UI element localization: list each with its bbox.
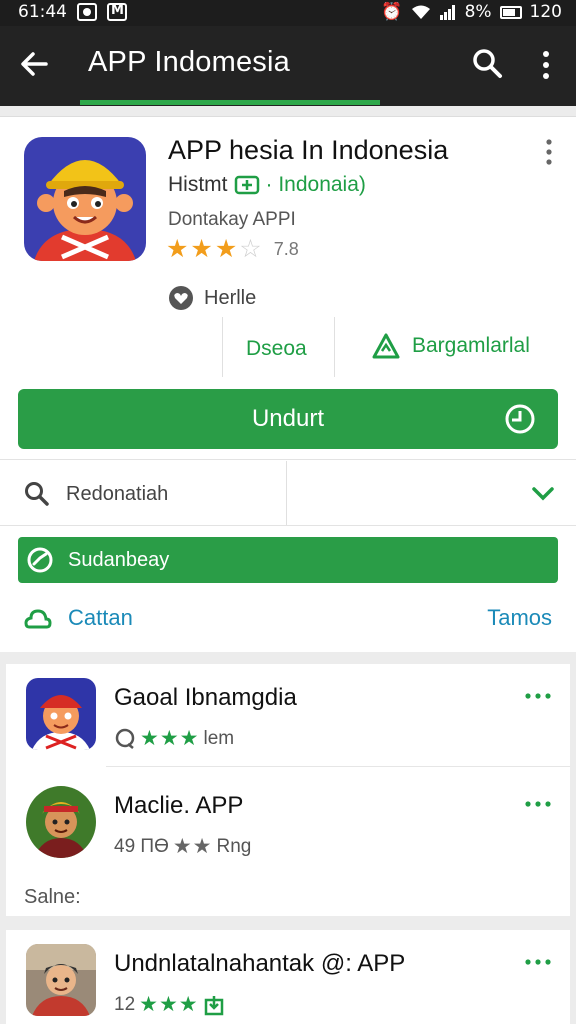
list-item[interactable]: Undnlatalnahantak @: APP 12 ★★★ bbox=[6, 930, 570, 1024]
app-subtitle: Dontakay APPI bbox=[168, 209, 296, 230]
app-icon[interactable] bbox=[24, 137, 146, 261]
status-extra: 120 bbox=[529, 2, 562, 22]
banner-text: Sudanbeay bbox=[68, 549, 170, 571]
list-item-title: Maclie. APP bbox=[114, 792, 244, 819]
rating-row: ★ ★ ★ ☆ 7.8 bbox=[166, 237, 299, 262]
list-item[interactable]: Maclie. APP 49 ПӨ ★★ Rng bbox=[6, 772, 570, 876]
related-apps-list: Gaoal Ibnamgdia ★★★ lem Maclie. APP 49 П… bbox=[0, 664, 576, 1024]
wifi-icon bbox=[411, 5, 430, 19]
chat-icon bbox=[115, 728, 135, 749]
more-icon[interactable] bbox=[524, 690, 552, 702]
battery-icon bbox=[499, 5, 522, 19]
notification-icon bbox=[77, 3, 97, 21]
wishlist-label: Herlle bbox=[204, 286, 257, 309]
star-icon: ★ bbox=[214, 235, 238, 263]
app-bar: APP Indomesia bbox=[0, 26, 576, 106]
link-left[interactable]: Cattan bbox=[68, 605, 133, 631]
signal-icon bbox=[439, 5, 455, 20]
heart-icon[interactable] bbox=[168, 285, 194, 311]
list-item-title: Undnlatalnahantak @: APP bbox=[114, 950, 406, 977]
developer-region: · Indonaia) bbox=[265, 173, 366, 196]
rating-value: 7.8 bbox=[273, 239, 299, 259]
link-right[interactable]: Tamos bbox=[487, 605, 552, 631]
list-item-suffix: Rng bbox=[216, 835, 252, 857]
store-badge-icon bbox=[234, 175, 259, 195]
tab-indicator bbox=[80, 100, 380, 105]
search-row[interactable]: Redonatiah bbox=[0, 461, 576, 525]
section-label: Salne: bbox=[24, 886, 81, 908]
meta-left[interactable]: Dseoa bbox=[246, 337, 307, 361]
install-label: Undurt bbox=[251, 405, 325, 432]
star-icon: ★ bbox=[166, 235, 189, 263]
app-bar-title: APP Indomesia bbox=[88, 46, 290, 78]
clock-icon bbox=[505, 404, 535, 434]
divider bbox=[0, 459, 576, 460]
chevron-down-icon[interactable] bbox=[530, 483, 556, 503]
promo-banner[interactable]: Sudanbeay bbox=[18, 537, 558, 583]
list-item-stars: ★★ bbox=[172, 835, 213, 858]
cloud-icon bbox=[24, 609, 52, 629]
list-item-prefix: 12 bbox=[114, 993, 136, 1015]
speed-icon bbox=[27, 547, 53, 573]
meta-divider bbox=[334, 317, 335, 377]
search-divider bbox=[286, 461, 287, 525]
divider bbox=[106, 766, 570, 767]
list-app-icon bbox=[26, 678, 96, 750]
alarm-icon: ⏰ bbox=[381, 2, 403, 22]
list-item-suffix: lem bbox=[203, 727, 235, 749]
app-detail-card: APP hesia In Indonesia Histmt · Indonaia… bbox=[0, 116, 576, 652]
search-icon bbox=[25, 482, 49, 506]
mail-icon bbox=[107, 3, 127, 21]
list-item-stars: ★★★ bbox=[140, 727, 200, 750]
list-item-title: Gaoal Ibnamgdia bbox=[114, 684, 297, 711]
divider bbox=[0, 525, 576, 526]
install-button[interactable]: Undurt bbox=[18, 389, 558, 449]
meta-right-label: Bargamlarlal bbox=[412, 334, 530, 357]
list-item-meta: ★★★ lem bbox=[114, 726, 234, 751]
wishlist-row[interactable]: Herlle bbox=[168, 285, 256, 311]
app-menu-icon[interactable] bbox=[538, 137, 560, 167]
battery-percent: 8% bbox=[464, 2, 492, 22]
list-app-icon bbox=[26, 944, 96, 1016]
list-item-prefix: 49 ПӨ bbox=[114, 835, 169, 857]
list-item-meta: 12 ★★★ bbox=[114, 992, 225, 1017]
status-time: 61:44 bbox=[18, 2, 67, 22]
list-item[interactable]: Gaoal Ibnamgdia ★★★ lem bbox=[6, 664, 570, 768]
developer-row: Histmt · Indonaia) bbox=[168, 173, 366, 197]
search-icon[interactable] bbox=[470, 46, 504, 80]
meta-right[interactable]: Bargamlarlal bbox=[372, 333, 530, 359]
category-icon bbox=[372, 333, 400, 359]
section-gap bbox=[0, 916, 576, 930]
download-icon bbox=[204, 995, 223, 1015]
star-empty-icon: ☆ bbox=[239, 235, 262, 263]
status-bar: 61:44 ⏰ 8% 120 bbox=[0, 0, 576, 26]
search-input[interactable]: Redonatiah bbox=[66, 483, 168, 506]
links-row: Cattan Tamos bbox=[0, 601, 576, 641]
list-item-stars: ★★★ bbox=[139, 993, 199, 1016]
list-item-meta: 49 ПӨ ★★ Rng bbox=[114, 834, 251, 859]
app-title: APP hesia In Indonesia bbox=[168, 135, 449, 165]
star-icon: ★ bbox=[190, 235, 213, 263]
more-icon[interactable] bbox=[524, 956, 552, 968]
developer-name[interactable]: Histmt bbox=[168, 173, 228, 197]
back-arrow-icon[interactable] bbox=[16, 46, 52, 82]
more-icon[interactable] bbox=[524, 798, 552, 810]
overflow-menu-icon[interactable] bbox=[536, 48, 556, 82]
list-app-icon bbox=[26, 786, 96, 858]
meta-divider bbox=[222, 317, 223, 377]
